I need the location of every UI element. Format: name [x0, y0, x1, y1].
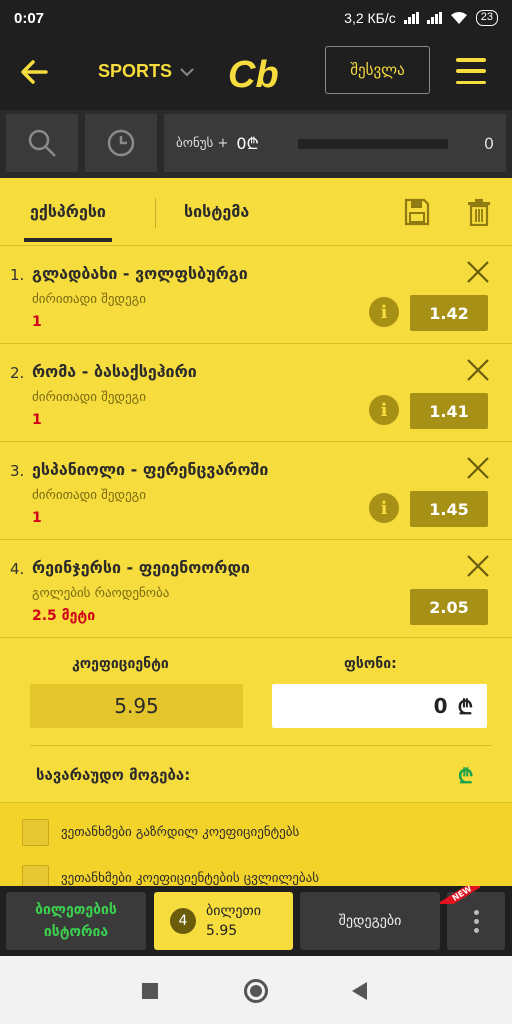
bet-item: 3. ესპანიოლი - ფერენცვაროში ძირითადი შედ… — [0, 442, 512, 540]
bet-options: ვეთანხმები გაზრდილ კოეფიციენტებს ვეთანხმ… — [0, 802, 512, 886]
info-icon[interactable]: i — [369, 297, 399, 327]
bet-outcome: 1 — [32, 412, 42, 428]
ticket-history-button[interactable]: ბილეთების ისტორია — [6, 892, 146, 950]
new-badge-label: NEW — [440, 886, 480, 904]
login-button[interactable]: შესვლა — [325, 46, 430, 94]
logo-text: Cb — [228, 54, 279, 95]
sports-label: SPORTS — [98, 61, 173, 81]
bet-outcome: 2.5 მეტი — [32, 608, 96, 624]
bet-type-tabs: ექსპრესი სისტემა — [0, 178, 512, 246]
info-icon[interactable]: i — [369, 493, 399, 523]
nav-back-icon[interactable] — [352, 982, 367, 1000]
bonus-amount: 0₾ — [236, 134, 259, 153]
ticket-label: ბილეთი — [206, 903, 261, 919]
info-icon[interactable]: i — [369, 395, 399, 425]
bet-match: რეინჯერსი - ფეიენოორდი — [32, 558, 250, 577]
stake-value: 0 — [433, 694, 448, 718]
total-coefficient: 5.95 — [30, 684, 243, 728]
bet-odd[interactable]: 1.42 — [410, 295, 488, 331]
bet-odd[interactable]: 2.05 — [410, 589, 488, 625]
close-icon[interactable] — [466, 358, 490, 382]
bet-summary: კოეფიციენტი ფსონი: 5.95 0 ₾ სავარაუდო მო… — [0, 638, 512, 802]
search-icon — [28, 129, 56, 157]
tab-express[interactable]: ექსპრესი — [24, 202, 112, 242]
bonus-count: 0 — [483, 133, 494, 153]
summary-divider — [30, 745, 492, 746]
sports-dropdown[interactable]: SPORTS — [98, 61, 194, 82]
tab-system[interactable]: სისტემა — [184, 202, 249, 221]
accept-odds-change-checkbox[interactable] — [22, 865, 49, 886]
chevron-down-icon — [180, 67, 194, 76]
bet-number: 2. — [10, 364, 25, 382]
recent-apps-icon[interactable] — [142, 983, 158, 999]
status-icons: 3,2 КБ/с 23 — [344, 10, 498, 26]
more-vertical-icon — [473, 909, 479, 933]
betslip-button[interactable]: 4 ბილეთი 5.95 — [154, 892, 293, 950]
bet-market: ძირითადი შედეგი — [32, 488, 146, 503]
bet-outcome: 1 — [32, 314, 42, 330]
bottom-bar: ბილეთების ისტორია 4 ბილეთი 5.95 შედეგები… — [0, 886, 512, 956]
bet-odd[interactable]: 1.45 — [410, 491, 488, 527]
ticket-value: 5.95 — [206, 923, 238, 939]
network-speed: 3,2 КБ/с — [344, 10, 396, 26]
back-arrow-icon[interactable] — [18, 56, 50, 88]
bet-match: რომა - ბასაქსეჰირი — [32, 362, 197, 381]
ticket-count-badge: 4 — [170, 908, 196, 934]
hamburger-menu-icon[interactable] — [456, 58, 486, 84]
bet-item: 1. გლადბახი - ვოლფსბურგი ძირითადი შედეგი… — [0, 246, 512, 344]
coefficient-label: კოეფიციენტი — [72, 656, 169, 672]
ticket-history-label-1: ბილეთების — [35, 902, 117, 918]
save-icon[interactable] — [404, 198, 430, 226]
signal-icon — [403, 12, 419, 24]
stake-input[interactable]: 0 ₾ — [272, 684, 487, 728]
trash-icon[interactable] — [466, 198, 492, 226]
accept-higher-odds-label: ვეთანხმები გაზრდილ კოეფიციენტებს — [61, 825, 300, 840]
bet-market: ძირითადი შედეგი — [32, 292, 146, 307]
bet-match: ესპანიოლი - ფერენცვაროში — [32, 460, 269, 479]
system-nav-bar — [0, 956, 512, 1024]
bet-match: გლადბახი - ვოლფსბურგი — [32, 264, 248, 283]
status-bar: 0:07 3,2 КБ/с 23 — [0, 0, 512, 36]
bet-number: 1. — [10, 266, 25, 284]
bet-outcome: 1 — [32, 510, 42, 526]
search-button[interactable] — [6, 114, 78, 172]
possible-win-label: სავარაუდო მოგება: — [36, 766, 191, 784]
lari-icon: ₾ — [458, 764, 474, 788]
ticket-history-label-2: ისტორია — [43, 924, 109, 940]
accept-odds-change-label: ვეთანხმები კოეფიციენტების ცვლილებას — [61, 871, 320, 886]
bonus-panel[interactable]: ბონუს + 0₾ 0 — [164, 114, 506, 172]
signal-icon-2 — [426, 12, 442, 24]
tool-row: ბონუს + 0₾ 0 — [0, 110, 512, 178]
tab-divider — [155, 198, 156, 228]
bonus-progress-bar — [298, 139, 448, 149]
bet-number: 3. — [10, 462, 25, 480]
currency-symbol: ₾ — [457, 694, 473, 719]
bet-number: 4. — [10, 560, 25, 578]
bet-market: გოლების რაოდენობა — [32, 586, 170, 601]
close-icon[interactable] — [466, 554, 490, 578]
app-header: SPORTS Cb შესვლა — [0, 36, 512, 110]
status-time: 0:07 — [14, 9, 45, 27]
bet-market: ძირითადი შედეგი — [32, 390, 146, 405]
bet-item: 2. რომა - ბასაქსეჰირი ძირითადი შედეგი 1 … — [0, 344, 512, 442]
home-icon[interactable] — [244, 979, 268, 1003]
accept-higher-odds-option[interactable]: ვეთანხმები გაზრდილ კოეფიციენტებს — [22, 819, 299, 846]
results-button[interactable]: შედეგები — [300, 892, 440, 950]
stake-label: ფსონი: — [344, 656, 397, 672]
accept-odds-change-option[interactable]: ვეთანხმები კოეფიციენტების ცვლილებას — [22, 865, 319, 886]
crystalbet-logo[interactable]: Cb — [226, 51, 288, 95]
history-clock-button[interactable] — [85, 114, 157, 172]
bet-odd[interactable]: 1.41 — [410, 393, 488, 429]
close-icon[interactable] — [466, 456, 490, 480]
new-badge: NEW — [440, 886, 480, 904]
bet-item: 4. რეინჯერსი - ფეიენოორდი გოლების რაოდენ… — [0, 540, 512, 638]
battery-icon: 23 — [475, 10, 498, 26]
close-icon[interactable] — [466, 260, 490, 284]
accept-higher-odds-checkbox[interactable] — [22, 819, 49, 846]
clock-icon — [107, 129, 135, 157]
bonus-label: ბონუს + — [176, 135, 229, 151]
wifi-icon — [450, 12, 467, 24]
